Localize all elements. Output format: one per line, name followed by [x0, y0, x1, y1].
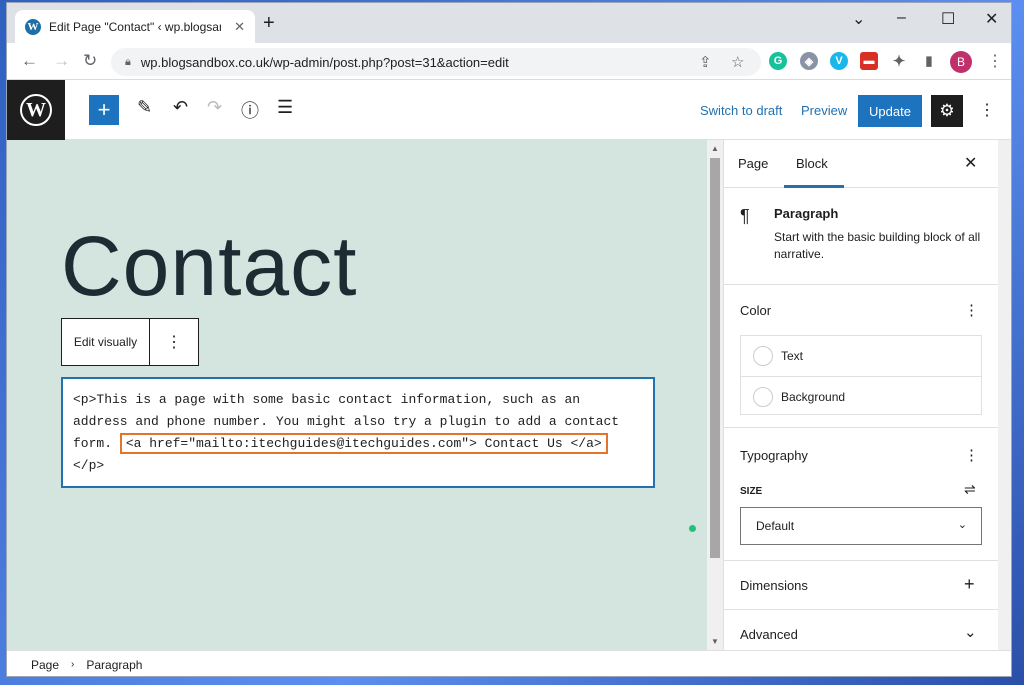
options-menu-icon[interactable]: ⋮ [979, 100, 995, 120]
size-label: SIZE [740, 486, 763, 497]
text-color-swatch [753, 346, 773, 366]
close-window-button[interactable]: ✕ [985, 9, 998, 29]
chevron-down-icon[interactable]: ⌄ [964, 623, 977, 641]
browser-window: W Edit Page "Contact" ‹ wp.blogsandbox ✕… [6, 2, 1012, 677]
typography-panel: Typography ⋮ SIZE ⇌ Default ⌄ [724, 428, 1011, 561]
active-tab-indicator [784, 185, 844, 188]
size-controls-icon[interactable]: ⇌ [964, 481, 976, 498]
edit-visually-button[interactable]: Edit visually [62, 319, 150, 365]
tab-page[interactable]: Page [738, 156, 768, 171]
sidebar-scrollbar[interactable] [998, 140, 1011, 650]
new-tab-button[interactable]: + [263, 13, 275, 33]
html-line: address and phone number. You might also… [73, 414, 620, 429]
color-background-item[interactable]: Background [741, 376, 981, 416]
settings-sidebar: Page Block ✕ ¶ Paragraph Start with the … [723, 140, 1011, 650]
html-text: form. [73, 436, 120, 451]
pencil-tools-icon[interactable]: ✎ [137, 97, 152, 118]
page-title[interactable]: Contact [61, 218, 358, 315]
mailto-link-highlight: <a href="mailto:itechguides@itechguides.… [119, 433, 608, 454]
red-extension-icon[interactable]: ▬ [860, 52, 878, 70]
sidebar-tabs: Page Block ✕ [724, 140, 1011, 188]
sidepanel-icon[interactable]: ▮ [920, 52, 938, 70]
status-dot [689, 525, 696, 532]
block-options-icon[interactable]: ⋮ [150, 319, 198, 365]
info-icon[interactable]: ⓘ [241, 97, 259, 123]
color-settings-list: Text Background [740, 335, 982, 415]
scroll-thumb[interactable] [710, 158, 720, 558]
tab-title: Edit Page "Contact" ‹ wp.blogsandbox [49, 19, 221, 34]
scroll-down-icon[interactable]: ▼ [711, 637, 719, 646]
editor-canvas: Contact Edit visually ⋮ <p>This is a pag… [7, 140, 707, 650]
preview-button[interactable]: Preview [801, 103, 847, 118]
editor-header: W + ✎ ↶ ↷ ⓘ ☰ Switch to draft Preview Up… [7, 80, 1011, 140]
dimensions-panel-title: Dimensions [740, 578, 808, 593]
redo-icon[interactable]: ↷ [207, 97, 222, 118]
add-dimension-icon[interactable]: + [964, 574, 975, 595]
wordpress-favicon-icon: W [25, 18, 41, 35]
grammarly-icon[interactable]: G [769, 52, 787, 70]
typography-panel-title: Typography [740, 448, 808, 463]
color-background-label: Background [781, 389, 846, 404]
list-view-icon[interactable]: ☰ [277, 97, 293, 118]
html-line: <p>This is a page with some basic contac… [73, 392, 581, 407]
chevron-right-icon: › [71, 659, 75, 670]
paragraph-icon: ¶ [740, 206, 750, 226]
wordpress-logo-icon: W [20, 94, 52, 126]
browser-toolbar: ← → ↻ 🔒︎ wp.blogsandbox.co.uk/wp-admin/p… [7, 43, 1011, 80]
profile-avatar[interactable]: B [950, 51, 972, 73]
undo-icon[interactable]: ↶ [173, 97, 188, 118]
background-color-swatch [753, 386, 773, 407]
breadcrumb-item-paragraph[interactable]: Paragraph [86, 658, 142, 672]
canvas-scrollbar[interactable]: ▲ ▼ [707, 140, 723, 650]
breadcrumb: Page › Paragraph [7, 650, 1011, 676]
back-arrow-icon[interactable]: ← [21, 51, 38, 71]
share-icon[interactable]: ⇪ [699, 53, 712, 71]
block-name: Paragraph [774, 206, 839, 221]
reload-icon[interactable]: ↻ [83, 51, 97, 71]
block-card: ¶ Paragraph Start with the basic buildin… [724, 188, 1011, 285]
color-panel: Color ⋮ Text Background [724, 285, 1011, 428]
color-panel-title: Color [740, 303, 772, 318]
tab-strip: W Edit Page "Contact" ‹ wp.blogsandbox ✕… [7, 3, 1011, 43]
font-size-select[interactable]: Default ⌄ [740, 507, 982, 545]
puzzle-icon[interactable]: ✦ [890, 52, 908, 70]
settings-gear-icon[interactable]: ⚙ [931, 95, 963, 127]
scroll-up-icon[interactable]: ▲ [711, 144, 719, 153]
chrome-menu-icon[interactable]: ⋮ [987, 51, 1003, 71]
wordpress-logo[interactable]: W [7, 80, 65, 140]
block-description: Start with the basic building block of a… [774, 230, 981, 261]
color-options-icon[interactable]: ⋮ [964, 301, 979, 319]
tab-block[interactable]: Block [796, 156, 828, 171]
browser-tab[interactable]: W Edit Page "Contact" ‹ wp.blogsandbox ✕ [15, 10, 255, 43]
dimensions-panel[interactable]: Dimensions + [724, 561, 1011, 610]
advanced-panel-title: Advanced [740, 627, 798, 642]
add-block-button[interactable]: + [89, 95, 119, 125]
maximize-button[interactable]: ☐ [941, 9, 955, 29]
html-line: </p> [73, 458, 105, 473]
chevron-down-icon: ⌄ [957, 519, 967, 531]
font-size-value: Default [756, 519, 795, 533]
address-bar[interactable]: 🔒︎ wp.blogsandbox.co.uk/wp-admin/post.ph… [111, 48, 761, 76]
block-toolbar: Edit visually ⋮ [61, 318, 199, 366]
color-text-label: Text [781, 349, 804, 363]
shield-extension-icon[interactable]: ◈ [800, 52, 818, 70]
minimize-button[interactable]: – [897, 9, 906, 27]
url-text: wp.blogsandbox.co.uk/wp-admin/post.php?p… [140, 54, 509, 70]
switch-to-draft-button[interactable]: Switch to draft [700, 103, 782, 118]
html-edit-block[interactable]: <p>This is a page with some basic contac… [61, 377, 655, 488]
forward-arrow-icon[interactable]: → [53, 51, 70, 71]
lock-icon: 🔒︎ [125, 55, 131, 68]
update-button[interactable]: Update [858, 95, 922, 127]
tab-search-icon[interactable]: ⌄ [852, 9, 865, 29]
color-text-item[interactable]: Text [741, 336, 981, 376]
vimeo-icon[interactable]: V [830, 52, 848, 70]
close-sidebar-icon[interactable]: ✕ [964, 153, 977, 173]
breadcrumb-item-page[interactable]: Page [31, 658, 59, 672]
typography-options-icon[interactable]: ⋮ [964, 446, 979, 464]
html-line: form. <a href="mailto:itechguides@itechg… [73, 433, 643, 455]
bookmark-star-icon[interactable]: ☆ [731, 53, 744, 71]
tab-close-icon[interactable]: ✕ [234, 19, 245, 35]
